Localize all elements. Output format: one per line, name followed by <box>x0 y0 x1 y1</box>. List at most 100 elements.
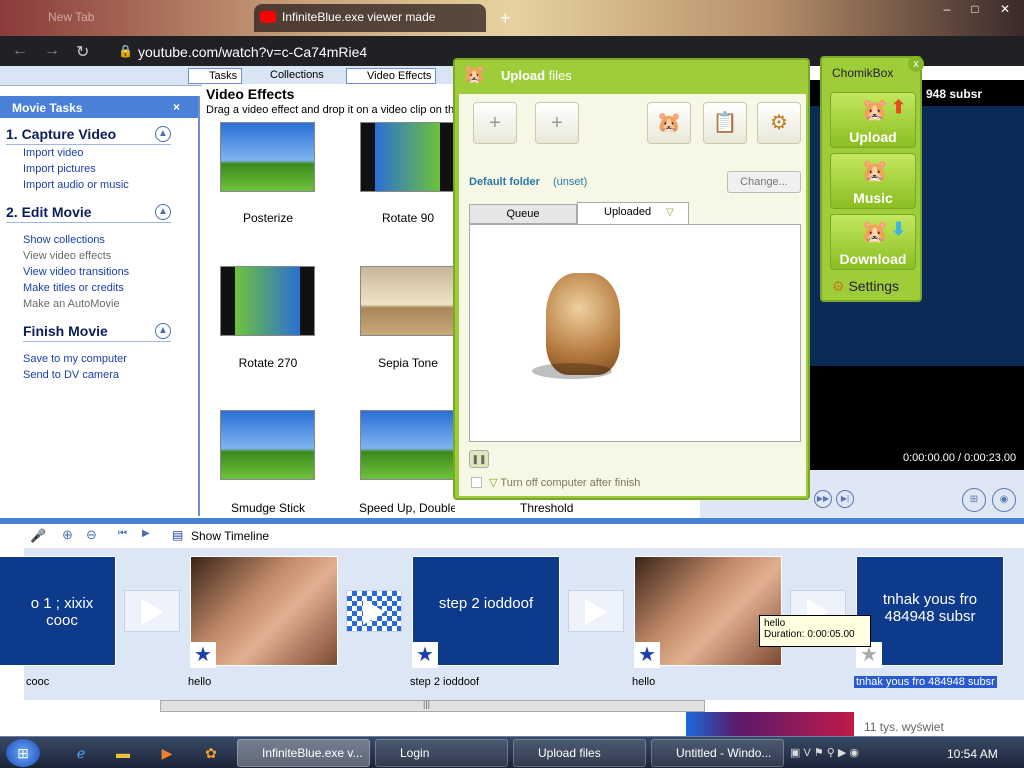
tooltip-duration: Duration: 0:00:05.00 <box>764 629 855 640</box>
timeline-icon: ▤ <box>172 528 184 542</box>
narrate-icon[interactable]: 🎤 <box>30 528 46 544</box>
scroll-grip-icon[interactable]: ||| <box>423 699 430 709</box>
browser-tab-youtube[interactable]: InfiniteBlue.exe viewer made <box>254 4 486 32</box>
taskbar-task-login[interactable]: Login <box>375 739 508 767</box>
chevron-up-icon[interactable]: ▲ <box>155 126 171 142</box>
play-storyboard-icon[interactable]: ▶ <box>142 528 150 539</box>
clip-label: cooc <box>26 676 50 688</box>
transition-checkerboard[interactable] <box>346 590 402 632</box>
tab-label: InfiniteBlue.exe viewer made <box>282 10 436 24</box>
effect-label-threshold[interactable]: Threshold <box>520 501 573 515</box>
collections-button[interactable]: Collections <box>250 68 328 84</box>
chevron-down-icon[interactable]: ▽ <box>666 204 674 222</box>
chevron-up-icon[interactable]: ▲ <box>155 323 171 339</box>
music-button[interactable]: 🐹 Music <box>830 153 916 209</box>
task-send-to-dv[interactable]: Send to DV camera <box>23 369 119 381</box>
back-icon[interactable]: ← <box>12 42 28 60</box>
storyboard-clip[interactable]: o 1 ; xixix cooc <box>0 556 116 666</box>
title-rest: files <box>545 68 572 83</box>
clock[interactable]: 10:54 AM <box>947 747 998 761</box>
effect-star-icon: ★ <box>412 642 438 668</box>
taskbar-task-moviemaker[interactable]: Untitled - Windo... <box>651 739 784 767</box>
task-import-pictures[interactable]: Import pictures <box>23 163 96 175</box>
video-effects-subtitle: Drag a video effect and drop it on a vid… <box>206 104 461 116</box>
turn-off-option[interactable]: ▽ Turn off computer after finish <box>471 476 640 489</box>
effect-thumb-sepia-tone[interactable] <box>360 266 455 336</box>
settings-button[interactable]: ⚙ Settings <box>832 278 899 295</box>
tray-icons[interactable]: ▣ V ⚑ ⚲ ▶ ◉ <box>790 741 910 765</box>
effect-thumb-posterize[interactable] <box>220 122 315 192</box>
effect-thumb-smudge-stick[interactable] <box>220 410 315 480</box>
download-button[interactable]: 🐹 ⬇ Download <box>830 214 916 270</box>
screen: New Tab InfiniteBlue.exe viewer made + –… <box>0 0 1024 768</box>
effect-thumb-rotate-90[interactable] <box>360 122 455 192</box>
task-import-audio[interactable]: Import audio or music <box>23 179 129 191</box>
start-button[interactable]: ⊞ <box>6 739 40 767</box>
effect-label: Posterize <box>242 211 294 225</box>
chomikbox-panel: ChomikBox x 🐹 ⬆ Upload 🐹 Music 🐹 ⬇ Downl… <box>820 56 924 302</box>
video-thumbnail[interactable] <box>686 712 854 736</box>
maximize-icon[interactable]: □ <box>962 2 988 18</box>
tab-uploaded[interactable]: Uploaded ▽ <box>577 202 689 224</box>
browser-tab-new[interactable]: New Tab <box>20 4 250 32</box>
zoom-in-icon[interactable]: ⊕ <box>62 527 73 543</box>
tab-queue[interactable]: Queue <box>469 204 577 224</box>
effect-thumb-rotate-270[interactable] <box>220 266 315 336</box>
task-show-collections[interactable]: Show collections <box>23 234 105 246</box>
taskbar-task-upload[interactable]: Upload files <box>513 739 646 767</box>
last-frame-icon[interactable]: ▶| <box>836 490 854 508</box>
clipboard-add-icon[interactable]: 📋 <box>703 102 747 144</box>
hamster-mascot-icon <box>546 273 620 375</box>
url-text[interactable]: youtube.com/watch?v=c-Ca74mRie4 <box>138 44 367 60</box>
storyboard-scrollbar[interactable]: ||| <box>160 699 705 712</box>
task-import-video[interactable]: Import video <box>23 147 84 159</box>
transition-slot[interactable] <box>124 590 180 632</box>
button-label: Music <box>853 190 893 206</box>
media-player-icon[interactable]: ▶ <box>152 741 182 765</box>
folder-icon[interactable]: ▬ <box>108 741 138 765</box>
hamster-icon: 🐹 <box>861 97 889 122</box>
youtube-view-count: 11 tys. wyświet <box>864 720 944 734</box>
default-folder-label: Default folder <box>469 176 540 188</box>
split-clip-icon[interactable]: ⊞ <box>962 488 986 512</box>
upload-button[interactable]: 🐹 ⬆ Upload <box>830 92 916 148</box>
add-folder-icon[interactable]: + <box>535 102 579 144</box>
task-make-titles[interactable]: Make titles or credits <box>23 282 124 294</box>
change-folder-button[interactable]: Change... <box>727 171 801 193</box>
reload-icon[interactable]: ↻ <box>76 42 89 62</box>
arrow-up-icon: ⬆ <box>891 97 907 117</box>
close-icon[interactable]: × <box>173 100 180 114</box>
pause-icon[interactable]: ❚❚ <box>469 450 489 468</box>
section-finish-movie[interactable]: Finish Movie ▲ <box>23 323 171 342</box>
arrow-down-icon: ⬇ <box>891 219 907 239</box>
taskbar-task-chrome[interactable]: InfiniteBlue.exe v... <box>237 739 370 767</box>
next-frame-icon[interactable]: ▶▶ <box>814 490 832 508</box>
zoom-out-icon[interactable]: ⊖ <box>86 527 97 543</box>
video-effects-button[interactable]: Video Effects <box>346 68 437 84</box>
transition-slot[interactable] <box>568 590 624 632</box>
section-capture-video[interactable]: 1. Capture Video ▲ <box>6 126 171 145</box>
section-edit-movie[interactable]: 2. Edit Movie ▲ <box>6 204 171 223</box>
gear-icon[interactable]: ⚙ <box>757 102 801 144</box>
camera-snapshot-icon[interactable]: ◉ <box>992 488 1016 512</box>
new-tab-button[interactable]: + <box>500 8 511 29</box>
effects-list-continuation <box>455 498 705 518</box>
close-icon[interactable]: ✕ <box>992 2 1018 18</box>
task-save-to-computer[interactable]: Save to my computer <box>23 353 127 365</box>
add-files-icon[interactable]: + <box>473 102 517 144</box>
close-icon[interactable]: x <box>908 56 924 72</box>
chevron-up-icon[interactable]: ▲ <box>155 204 171 220</box>
internet-explorer-icon[interactable]: ℯ <box>66 741 96 765</box>
effect-thumb-speed-up-double[interactable] <box>360 410 455 480</box>
upload-files-window: 🐹 Upload files + + 🐹 📋 ⚙ Default folder … <box>453 58 810 500</box>
hamster-icon[interactable]: 🐹 <box>647 102 691 144</box>
tasks-button[interactable]: Tasks <box>188 68 243 84</box>
task-view-video-transitions[interactable]: View video transitions <box>23 266 129 278</box>
turn-off-checkbox[interactable] <box>471 477 482 488</box>
minimize-icon[interactable]: – <box>934 2 960 18</box>
show-timeline-button[interactable]: Show Timeline <box>191 529 269 543</box>
rewind-storyboard-icon[interactable]: ⏮ <box>118 528 127 539</box>
forward-icon[interactable]: → <box>44 42 60 60</box>
app-icon[interactable]: ✿ <box>196 741 226 765</box>
chomikbox-title: ChomikBox <box>832 66 894 80</box>
